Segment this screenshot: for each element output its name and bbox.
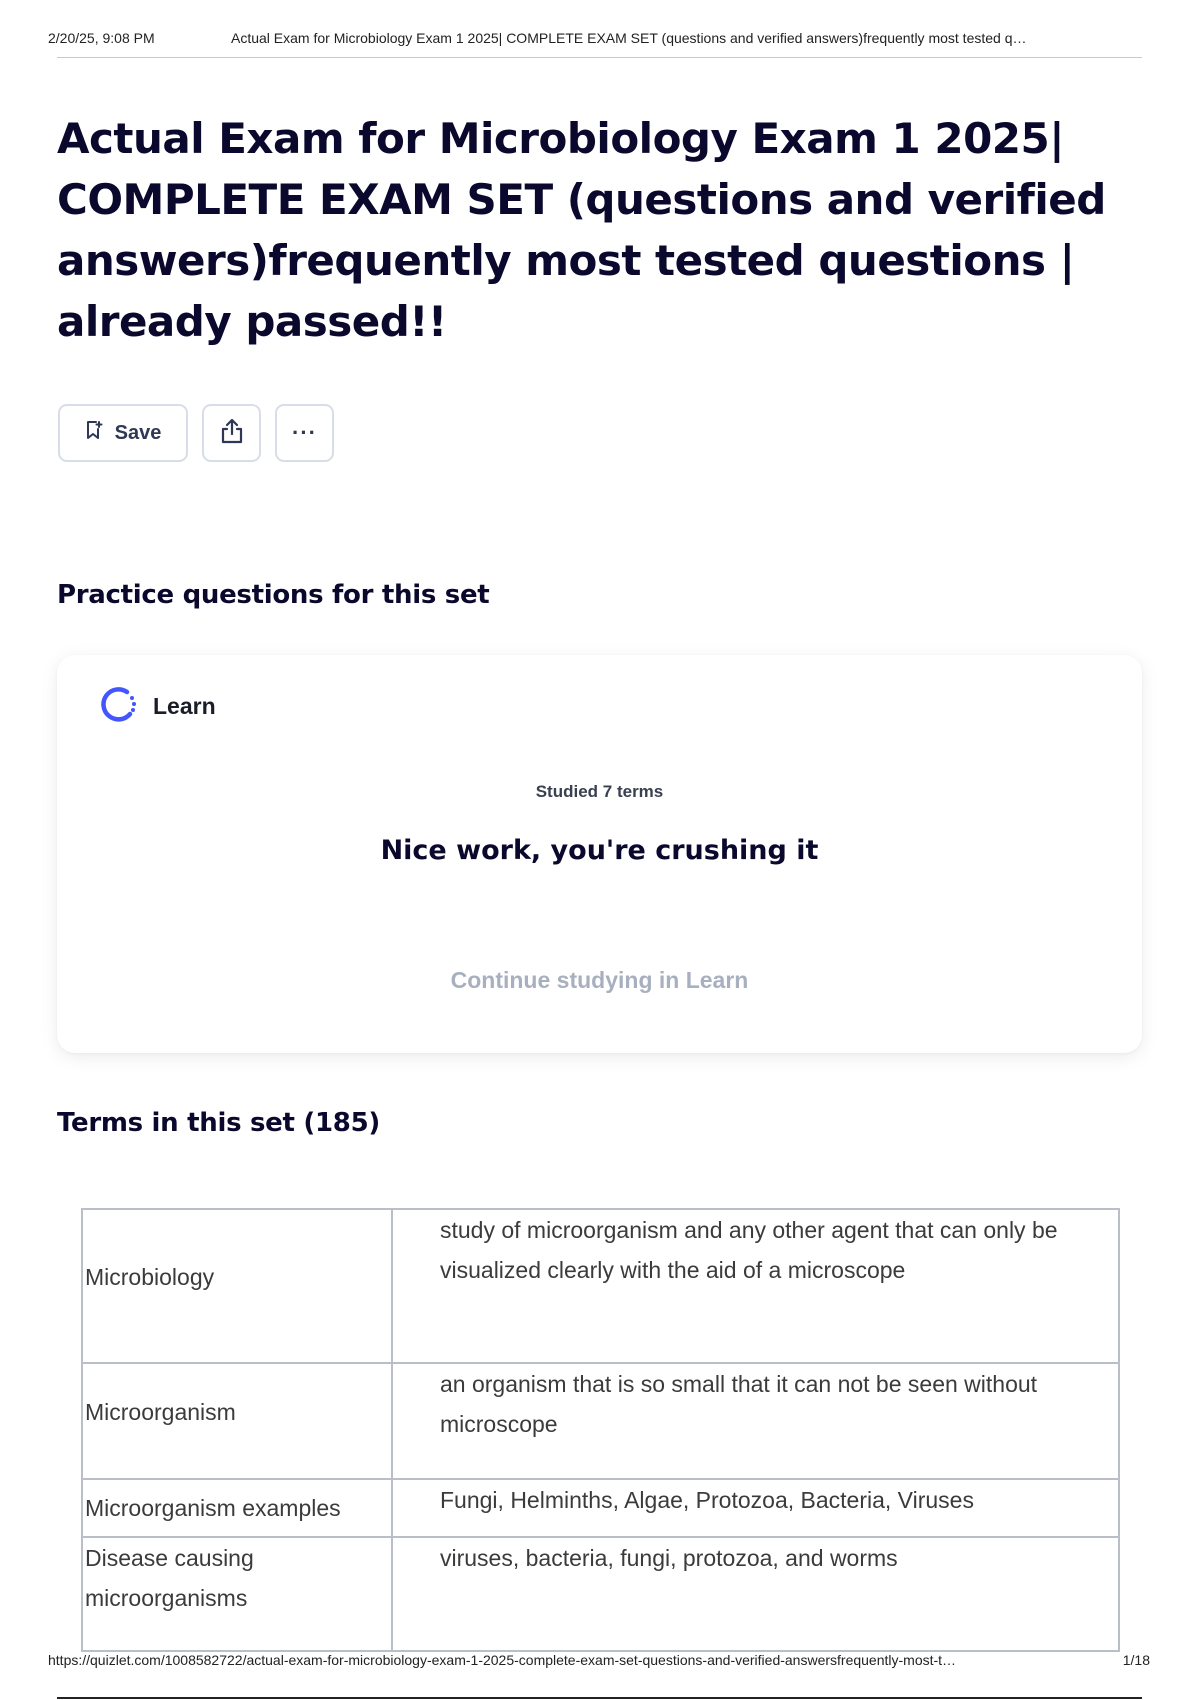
definition-cell: an organism that is so small that it can… [391, 1362, 1120, 1480]
print-doc-title: Actual Exam for Microbiology Exam 1 2025… [231, 30, 1027, 46]
learn-progress-icon [97, 683, 139, 730]
definition-cell: study of microorganism and any other age… [391, 1208, 1120, 1364]
term-cell: Microorganism [81, 1362, 393, 1480]
more-icon: ··· [292, 420, 317, 445]
terms-table: Microbiology study of microorganism and … [81, 1208, 1120, 1652]
footer-divider [57, 1697, 1142, 1699]
term-cell: Microorganism examples [81, 1478, 393, 1538]
header-divider [57, 57, 1142, 58]
page-title: Actual Exam for Microbiology Exam 1 2025… [57, 114, 1106, 346]
bookmark-icon [85, 420, 103, 446]
term-cell: Microbiology [81, 1208, 393, 1364]
page-indicator: 1/18 [1122, 1652, 1150, 1668]
progress-message: Nice work, you're crushing it [380, 835, 819, 866]
save-label: Save [114, 421, 162, 444]
continue-learn-link[interactable]: Continue studying in Learn [57, 967, 1142, 994]
table-row: Disease causing microorganisms viruses, … [81, 1536, 1120, 1652]
learn-header: Learn [97, 683, 216, 730]
practice-heading: Practice questions for this set [57, 580, 490, 610]
page-url: https://quizlet.com/1008582722/actual-ex… [48, 1652, 957, 1668]
share-icon [219, 417, 245, 450]
term-cell: Disease causing microorganisms [81, 1536, 393, 1652]
set-actions: Save ··· [58, 404, 334, 462]
terms-heading: Terms in this set (185) [57, 1108, 380, 1138]
definition-cell: Fungi, Helminths, Algae, Protozoa, Bacte… [391, 1478, 1120, 1538]
share-button[interactable] [202, 404, 261, 462]
definition-cell: viruses, bacteria, fungi, protozoa, and … [391, 1536, 1120, 1652]
table-row: Microorganism an organism that is so sma… [81, 1362, 1120, 1480]
learn-card: Learn Studied 7 terms Nice work, you're … [57, 655, 1142, 1053]
table-row: Microorganism examples Fungi, Helminths,… [81, 1478, 1120, 1538]
save-button[interactable]: Save [58, 404, 188, 462]
table-row: Microbiology study of microorganism and … [81, 1208, 1120, 1364]
studied-count: Studied 7 terms [535, 782, 664, 801]
more-options-button[interactable]: ··· [275, 404, 334, 462]
print-datetime: 2/20/25, 9:08 PM [48, 30, 155, 46]
learn-mode-label: Learn [153, 693, 216, 719]
